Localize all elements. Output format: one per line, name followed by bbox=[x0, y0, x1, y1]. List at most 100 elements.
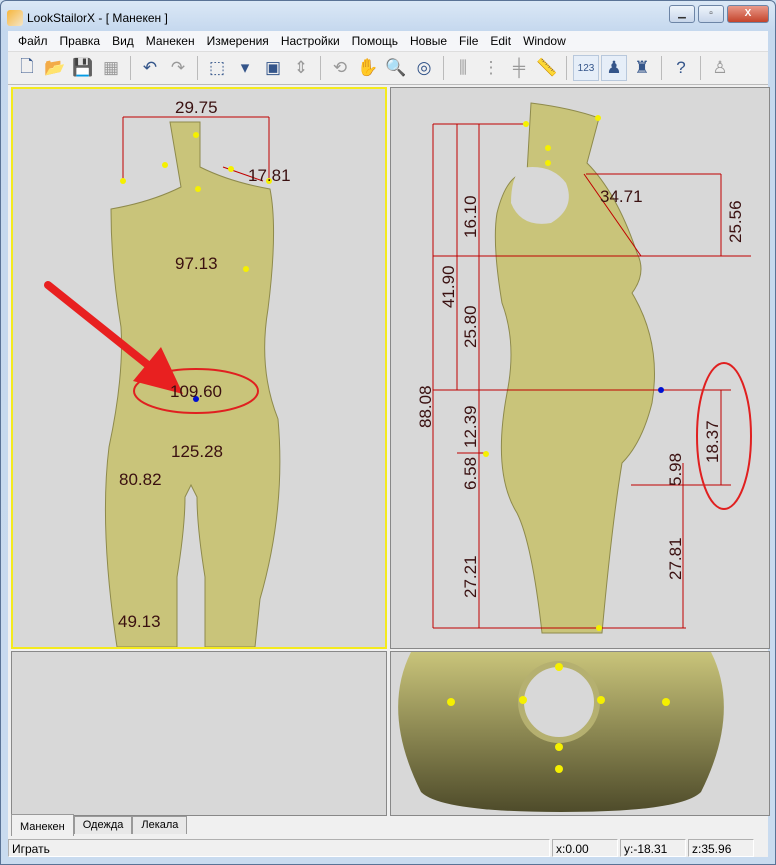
chest-measure: 97.13 bbox=[175, 254, 218, 273]
undo-icon: ↶ bbox=[142, 58, 158, 77]
zoom-icon: 🔍 bbox=[385, 58, 407, 77]
toolbar: 🗋 📂 💾 ▦ ↶ ↷ ⬚ ▾ ▣ ⇕ ⟲ ✋ 🔍 ◎ ⫼ ⋮ ╪ 📏 123 ♟ ♜? ♙ bbox=[8, 51, 768, 85]
measure-vertical-icon: ⫼ bbox=[459, 58, 467, 77]
orbit-button[interactable]: ◎ bbox=[411, 55, 437, 81]
tab-0[interactable]: Манекен bbox=[11, 814, 74, 836]
menu-item-0[interactable]: Файл bbox=[12, 34, 54, 48]
status-bar: Играть x:0.00 y:-18.31 z:35.96 bbox=[8, 839, 768, 859]
help-icon: ? bbox=[676, 58, 686, 77]
empty-viewport[interactable] bbox=[11, 651, 387, 816]
minimize-button[interactable]: ▁ bbox=[669, 5, 695, 23]
zoom-button[interactable]: 🔍 bbox=[383, 55, 409, 81]
measure-v3: 16.10 bbox=[461, 195, 480, 238]
tab-1[interactable]: Одежда bbox=[73, 816, 133, 834]
help-button[interactable]: ? bbox=[668, 55, 694, 81]
redo-button[interactable]: ↷ bbox=[165, 55, 191, 81]
ruler-button[interactable]: 📏 bbox=[534, 55, 560, 81]
status-z: z:35.96 bbox=[688, 839, 754, 857]
maximize-button[interactable]: ▫ bbox=[698, 5, 724, 23]
new-file-button[interactable]: 🗋 bbox=[14, 55, 40, 81]
thigh-measure: 80.82 bbox=[119, 470, 162, 489]
measure-vertical-button[interactable]: ⫼ bbox=[450, 55, 476, 81]
orbit-icon: ◎ bbox=[416, 58, 432, 77]
status-text: Играть bbox=[8, 839, 550, 857]
title-bar: LookStailorX - [ Манекен ] ▁ ▫ X bbox=[7, 5, 769, 29]
show-values-button[interactable]: 123 bbox=[573, 55, 599, 81]
measure-dotted-button[interactable]: ⋮ bbox=[478, 55, 504, 81]
measure-v8: 34.71 bbox=[600, 187, 643, 206]
toolbar-separator bbox=[130, 56, 131, 80]
close-button[interactable]: X bbox=[727, 5, 769, 23]
top-viewport[interactable] bbox=[390, 651, 770, 816]
measure-v5: 12.39 bbox=[461, 405, 480, 448]
view-cube-button[interactable]: ⬚ bbox=[204, 55, 230, 81]
pan-hand-icon: ✋ bbox=[357, 58, 379, 77]
measure-cross-icon: ╪ bbox=[512, 58, 526, 77]
add-mannequin-icon: ♜ bbox=[634, 58, 650, 77]
show-values-icon: 123 bbox=[577, 62, 595, 74]
mannequin-points-icon: ♟ bbox=[606, 58, 622, 77]
dropdown-arrow-button[interactable]: ▾ bbox=[232, 55, 258, 81]
menu-item-5[interactable]: Настройки bbox=[275, 34, 346, 48]
layout-button[interactable]: ▣ bbox=[260, 55, 286, 81]
save-button[interactable]: 💾 bbox=[70, 55, 96, 81]
measure-v11: 5.98 bbox=[666, 453, 685, 486]
measure-cross-button[interactable]: ╪ bbox=[506, 55, 532, 81]
status-y: y:-18.31 bbox=[620, 839, 686, 857]
redo-icon: ↷ bbox=[170, 58, 186, 77]
mannequin-points-button[interactable]: ♟ bbox=[601, 55, 627, 81]
measure-dotted-icon: ⋮ bbox=[482, 58, 500, 77]
layout-icon: ▣ bbox=[264, 58, 282, 77]
measure-v7: 27.21 bbox=[461, 555, 480, 598]
menu-item-10[interactable]: Window bbox=[517, 34, 572, 48]
toolbar-separator bbox=[320, 56, 321, 80]
mannequin-gray-icon: ♙ bbox=[712, 58, 728, 77]
status-x: x:0.00 bbox=[552, 839, 618, 857]
toolbar-separator bbox=[197, 56, 198, 80]
measure-v10: 18.37 bbox=[703, 420, 722, 463]
fit-height-icon: ⇕ bbox=[293, 58, 309, 77]
window-title: LookStailorX - [ Манекен ] bbox=[27, 11, 168, 25]
save-icon: 💾 bbox=[72, 58, 94, 77]
measure-v6: 6.58 bbox=[461, 457, 480, 490]
knee-measure: 49.13 bbox=[118, 612, 161, 631]
fit-height-button[interactable]: ⇕ bbox=[288, 55, 314, 81]
menu-item-7[interactable]: Новые bbox=[404, 34, 453, 48]
undo-button[interactable]: ↶ bbox=[137, 55, 163, 81]
shoulder-measure: 17.81 bbox=[248, 166, 291, 185]
toolbar-separator bbox=[566, 56, 567, 80]
rotate-button[interactable]: ⟲ bbox=[327, 55, 353, 81]
side-viewport[interactable]: 88.08 41.90 16.10 25.80 12.39 6.58 27.21… bbox=[390, 87, 770, 649]
menu-item-2[interactable]: Вид bbox=[106, 34, 140, 48]
toolbar-separator bbox=[700, 56, 701, 80]
menu-bar: Файл Правка Вид Манекен Измерения Настройки По… bbox=[8, 31, 768, 51]
mannequin-gray-button[interactable]: ♙ bbox=[707, 55, 733, 81]
open-folder-button[interactable]: 📂 bbox=[42, 55, 68, 81]
measure-v4: 25.80 bbox=[461, 305, 480, 348]
menu-item-1[interactable]: Правка bbox=[54, 34, 107, 48]
hips-measure: 125.28 bbox=[171, 442, 223, 461]
tab-2[interactable]: Лекала bbox=[132, 816, 188, 834]
tab-bar: Манекен Одежда Лекала bbox=[11, 814, 188, 836]
open-folder-icon: 📂 bbox=[44, 58, 66, 77]
dropdown-arrow-icon: ▾ bbox=[240, 58, 250, 77]
toolbar-separator bbox=[661, 56, 662, 80]
view-cube-icon: ⬚ bbox=[208, 58, 226, 77]
save-all-button[interactable]: ▦ bbox=[98, 55, 124, 81]
menu-item-4[interactable]: Измерения bbox=[201, 34, 275, 48]
measure-v12: 27.81 bbox=[666, 537, 685, 580]
menu-item-8[interactable]: File bbox=[453, 34, 484, 48]
measure-v2: 41.90 bbox=[439, 265, 458, 308]
app-icon bbox=[7, 10, 23, 26]
add-mannequin-button[interactable]: ♜ bbox=[629, 55, 655, 81]
pan-hand-button[interactable]: ✋ bbox=[355, 55, 381, 81]
menu-item-9[interactable]: Edit bbox=[484, 34, 517, 48]
front-viewport[interactable]: 29.75 17.81 97.13 109.60 125.28 80.82 49… bbox=[11, 87, 387, 649]
save-all-icon: ▦ bbox=[102, 58, 120, 77]
measure-v1: 88.08 bbox=[416, 385, 435, 428]
neck-measure: 29.75 bbox=[175, 98, 218, 117]
measure-v9: 25.56 bbox=[726, 200, 745, 243]
menu-item-6[interactable]: Помощь bbox=[346, 34, 404, 48]
app-window: LookStailorX - [ Манекен ] ▁ ▫ X Файл Пра… bbox=[0, 0, 776, 865]
menu-item-3[interactable]: Манекен bbox=[140, 34, 201, 48]
